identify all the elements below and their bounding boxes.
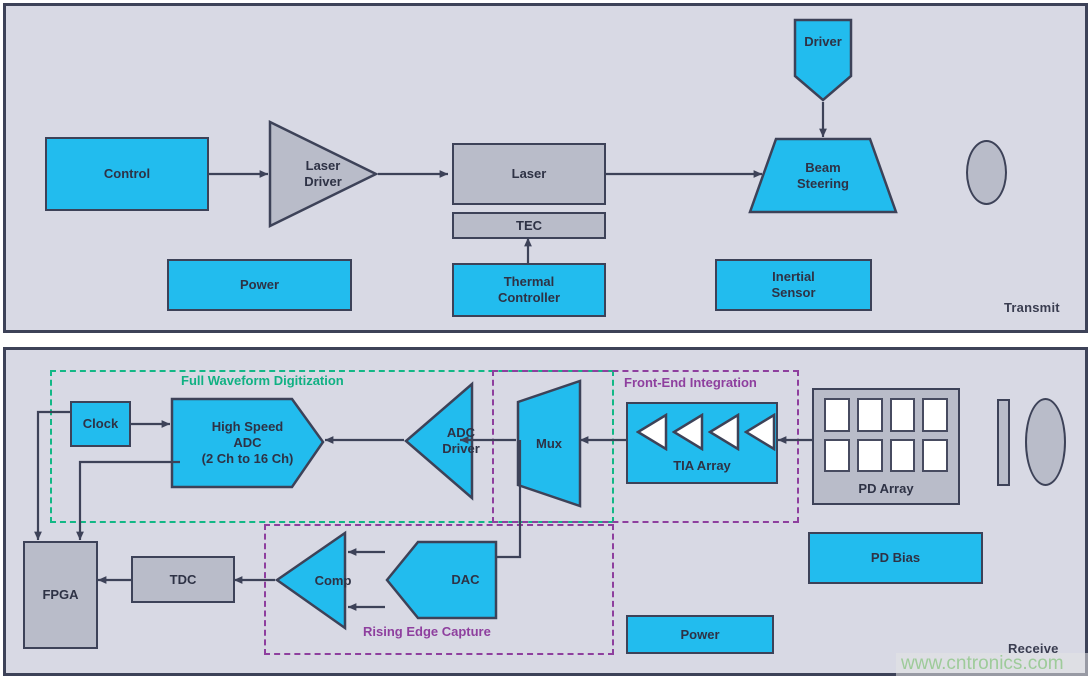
block-pd-bias[interactable]: PD Bias: [808, 532, 983, 584]
block-control[interactable]: Control: [45, 137, 209, 211]
block-laser-driver-label: Laser Driver: [304, 158, 342, 189]
block-thermal-controller-label: Thermal Controller: [497, 274, 561, 305]
block-beam-steering-label: Beam Steering: [796, 159, 849, 191]
block-power-receive[interactable]: Power: [626, 615, 774, 654]
block-power-transmit-label: Power: [239, 277, 279, 293]
pd-cell: [889, 438, 916, 472]
block-dac-label: DAC: [451, 572, 480, 588]
block-comp[interactable]: Comp: [274, 530, 351, 631]
block-inertial-sensor[interactable]: Inertial Sensor: [715, 259, 872, 311]
block-tdc-label: TDC: [169, 571, 197, 587]
block-power-transmit[interactable]: Power: [167, 259, 352, 311]
block-adc-driver[interactable]: ADC Driver: [404, 381, 480, 501]
pd-cell: [922, 438, 948, 472]
transmit-panel-label: Transmit: [1004, 300, 1060, 315]
block-tec[interactable]: TEC: [452, 212, 606, 239]
pd-cell: [889, 398, 916, 432]
region-front-end-integration-label: Front-End Integration: [624, 375, 757, 390]
pd-cell: [856, 398, 883, 432]
block-laser-driver[interactable]: Laser Driver: [268, 119, 379, 229]
block-driver-label: Driver: [804, 34, 842, 49]
pd-cell: [824, 398, 850, 432]
block-laser[interactable]: Laser: [452, 143, 606, 205]
block-clock[interactable]: Clock: [70, 401, 131, 447]
block-tdc[interactable]: TDC: [131, 556, 235, 603]
block-mux[interactable]: Mux: [516, 379, 582, 508]
region-full-waveform-digitization-label: Full Waveform Digitization: [181, 373, 344, 388]
transmit-lens-icon: [966, 140, 1007, 205]
block-dac[interactable]: DAC: [385, 540, 498, 620]
block-fpga-label: FPGA: [42, 587, 79, 603]
block-pd-array-label: PD Array: [858, 481, 914, 497]
receive-filter-icon: [997, 399, 1010, 486]
pd-array-grid: [824, 398, 948, 472]
pd-cell: [824, 438, 850, 472]
block-comp-label: Comp: [314, 572, 352, 588]
watermark-text: www.cntronics.com: [901, 653, 1064, 674]
block-tec-label: TEC: [516, 217, 542, 233]
tia-amplifier-icons: [636, 413, 776, 451]
block-control-label: Control: [103, 166, 151, 182]
block-driver[interactable]: Driver: [793, 18, 853, 102]
block-high-speed-adc[interactable]: High Speed ADC (2 Ch to 16 Ch): [170, 397, 325, 489]
block-tia-array[interactable]: TIA Array: [626, 402, 778, 484]
block-fpga[interactable]: FPGA: [23, 541, 98, 649]
block-power-receive-label: Power: [680, 626, 720, 642]
block-mux-label: Mux: [536, 435, 562, 451]
block-beam-steering[interactable]: Beam Steering: [748, 137, 898, 214]
lidar-block-diagram: Control Laser Driver Laser TEC Thermal Con…: [0, 0, 1091, 679]
block-pd-array[interactable]: PD Array: [812, 388, 960, 505]
block-adc-driver-label: ADC Driver: [442, 425, 480, 456]
block-pd-bias-label: PD Bias: [870, 550, 921, 566]
block-thermal-controller[interactable]: Thermal Controller: [452, 263, 606, 317]
block-inertial-sensor-label: Inertial Sensor: [771, 269, 816, 300]
pd-cell: [922, 398, 948, 432]
pd-cell: [856, 438, 883, 472]
receive-lens-icon: [1025, 398, 1066, 486]
block-high-speed-adc-label: High Speed ADC (2 Ch to 16 Ch): [201, 419, 294, 466]
block-laser-label: Laser: [511, 166, 547, 182]
block-clock-label: Clock: [82, 416, 119, 432]
block-tia-array-label: TIA Array: [673, 458, 731, 474]
region-rising-edge-capture-label: Rising Edge Capture: [363, 624, 491, 639]
